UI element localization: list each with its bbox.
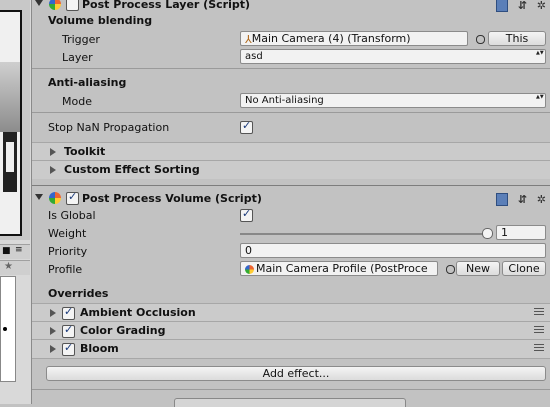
- post-process-layer-title: Post Process Layer (Script): [82, 0, 251, 11]
- object-picker-icon[interactable]: [446, 265, 455, 274]
- menu-icon[interactable]: ≡: [15, 245, 23, 255]
- post-process-volume-enable-checkbox[interactable]: [66, 190, 79, 205]
- foldout-arrow-icon[interactable]: [35, 0, 43, 6]
- foldout-arrow-icon[interactable]: [50, 327, 56, 335]
- priority-value: 0: [245, 244, 252, 257]
- priority-input[interactable]: 0: [240, 243, 546, 258]
- scene-view-strip: ■ ≡ ★: [0, 0, 32, 404]
- weight-value: 1: [501, 226, 508, 239]
- is-global-checkbox[interactable]: [240, 207, 253, 222]
- effect-bloom[interactable]: Bloom: [32, 339, 550, 359]
- effect-enable-checkbox[interactable]: [62, 323, 75, 338]
- post-process-layer-enable-checkbox[interactable]: [66, 0, 79, 11]
- effect-label: Color Grading: [80, 324, 166, 337]
- foldout-arrow-icon[interactable]: [50, 345, 56, 353]
- menu-icon[interactable]: [534, 344, 544, 352]
- stop-nan-checkbox[interactable]: [240, 119, 253, 134]
- is-global-label: Is Global: [48, 209, 96, 222]
- hierarchy-toolbar[interactable]: ■ ≡: [0, 244, 30, 259]
- trigger-value: Main Camera (4) (Transform): [251, 32, 411, 45]
- priority-label: Priority: [48, 245, 88, 258]
- post-process-layer-header[interactable]: Post Process Layer (Script) ⇵ ✲: [32, 0, 550, 14]
- settings-sliders-icon[interactable]: ⇵: [518, 0, 527, 12]
- new-profile-button[interactable]: New: [456, 261, 500, 276]
- scene-preview: [0, 0, 30, 240]
- star-icon[interactable]: ★: [4, 261, 13, 272]
- post-process-volume-header[interactable]: Post Process Volume (Script) ⇵ ✲: [32, 190, 550, 208]
- mode-value: No Anti-aliasing: [245, 95, 324, 106]
- trigger-field[interactable]: ⅄Main Camera (4) (Transform): [240, 31, 468, 46]
- stop-nan-label: Stop NaN Propagation: [48, 121, 170, 134]
- gear-icon[interactable]: ✲: [537, 0, 546, 12]
- profile-asset-icon: [245, 264, 254, 274]
- menu-icon[interactable]: [534, 308, 544, 316]
- favorites-row[interactable]: ★: [0, 260, 30, 275]
- effect-enable-checkbox[interactable]: [62, 341, 75, 356]
- foldout-arrow-icon[interactable]: [50, 309, 56, 317]
- effect-ambient-occlusion[interactable]: Ambient Occlusion: [32, 303, 550, 322]
- color-script-icon: [49, 0, 61, 10]
- book-icon[interactable]: [495, 192, 508, 206]
- trigger-label: Trigger: [62, 33, 100, 46]
- mode-label: Mode: [62, 95, 92, 108]
- gear-icon[interactable]: ✲: [537, 193, 546, 206]
- color-script-icon: [49, 192, 61, 204]
- profile-field[interactable]: Main Camera Profile (PostProce: [240, 261, 438, 276]
- settings-sliders-icon[interactable]: ⇵: [518, 193, 527, 206]
- menu-icon[interactable]: [534, 326, 544, 334]
- effect-color-grading[interactable]: Color Grading: [32, 321, 550, 340]
- weight-slider-track[interactable]: [240, 233, 492, 235]
- layer-dropdown[interactable]: asd: [240, 49, 546, 64]
- foldout-arrow-icon[interactable]: [50, 148, 56, 156]
- scene-object: [0, 10, 22, 236]
- layer-label: Layer: [62, 51, 93, 64]
- custom-effect-sorting-label: Custom Effect Sorting: [64, 163, 200, 176]
- inspector-panel: Post Process Layer (Script) ⇵ ✲ Volume b…: [32, 0, 550, 407]
- object-picker-icon[interactable]: [476, 35, 485, 44]
- effect-label: Ambient Occlusion: [80, 306, 196, 319]
- lock-icon[interactable]: ■: [2, 246, 11, 256]
- weight-slider-thumb[interactable]: [482, 228, 493, 239]
- anti-aliasing-mode-dropdown[interactable]: No Anti-aliasing: [240, 93, 546, 108]
- toolkit-foldout[interactable]: Toolkit: [32, 142, 550, 161]
- overrides-heading: Overrides: [48, 287, 109, 300]
- bottom-tab[interactable]: [174, 398, 406, 407]
- volume-blending-heading: Volume blending: [48, 14, 153, 27]
- custom-effect-sorting-foldout[interactable]: Custom Effect Sorting: [32, 160, 550, 179]
- this-button[interactable]: This: [488, 31, 546, 46]
- anti-aliasing-heading: Anti-aliasing: [48, 76, 127, 89]
- profile-value: Main Camera Profile (PostProce: [256, 262, 428, 275]
- effect-label: Bloom: [80, 342, 119, 355]
- post-process-volume-title: Post Process Volume (Script): [82, 192, 262, 205]
- profile-label: Profile: [48, 263, 83, 276]
- foldout-arrow-icon[interactable]: [35, 194, 43, 200]
- effect-enable-checkbox[interactable]: [62, 305, 75, 320]
- clone-profile-button[interactable]: Clone: [502, 261, 546, 276]
- layer-value: asd: [245, 51, 263, 62]
- project-panel: [0, 276, 16, 382]
- foldout-arrow-icon[interactable]: [50, 166, 56, 174]
- weight-label: Weight: [48, 227, 87, 240]
- weight-input[interactable]: 1: [496, 225, 546, 240]
- add-effect-button[interactable]: Add effect...: [46, 366, 546, 381]
- book-icon[interactable]: [495, 0, 508, 12]
- toolkit-label: Toolkit: [64, 145, 106, 158]
- transform-icon: ⅄: [245, 32, 252, 46]
